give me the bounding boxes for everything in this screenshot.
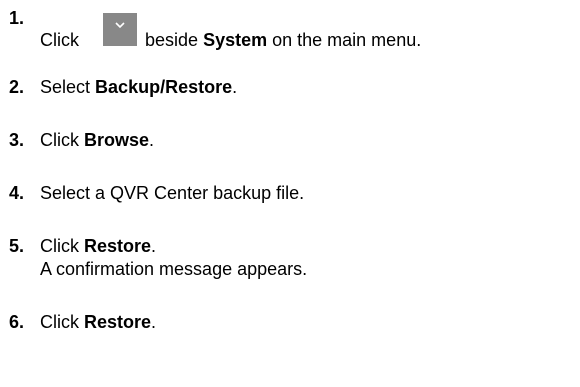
step-number: 1. xyxy=(9,8,25,28)
step-4: 4. Select a QVR Center backup file. xyxy=(9,182,580,204)
restore-label: Restore xyxy=(84,236,152,256)
step-5: 5. Click Restore. xyxy=(9,235,580,257)
step-number: 2. xyxy=(9,77,25,97)
step-pre: Click xyxy=(40,312,79,332)
step-pre: Click xyxy=(40,236,79,256)
chevron-down-icon xyxy=(115,22,125,29)
step-pre: Click xyxy=(40,30,79,50)
system-label: System xyxy=(203,30,268,50)
step-text: Select a QVR Center backup file. xyxy=(40,183,305,203)
step-6: 6. Click Restore. xyxy=(9,311,580,333)
step-3: 3. Click Browse. xyxy=(9,129,580,151)
step-tail: . xyxy=(149,130,155,150)
step-2: 2. Select Backup/Restore. xyxy=(9,76,580,98)
restore-label: Restore xyxy=(84,312,152,332)
step-5-note: A confirmation message appears. xyxy=(40,259,308,279)
step-text-rest: beside System on the main menu. xyxy=(145,29,421,51)
step-number: 6. xyxy=(9,312,25,332)
step-tail: on the main menu. xyxy=(272,30,422,50)
step-tail: . xyxy=(151,236,157,256)
step-pre: Click xyxy=(40,130,79,150)
step-post: beside xyxy=(145,30,199,50)
step-tail: . xyxy=(151,312,157,332)
step-pre: Select xyxy=(40,77,91,97)
step-text: Click xyxy=(40,29,79,51)
system-dropdown-button xyxy=(103,13,137,46)
step-tail: . xyxy=(232,77,238,97)
step-number: 5. xyxy=(9,236,25,256)
step-number: 4. xyxy=(9,183,25,203)
backup-restore-label: Backup/Restore xyxy=(95,77,233,97)
step-number: 3. xyxy=(9,130,25,150)
browse-label: Browse xyxy=(84,130,150,150)
